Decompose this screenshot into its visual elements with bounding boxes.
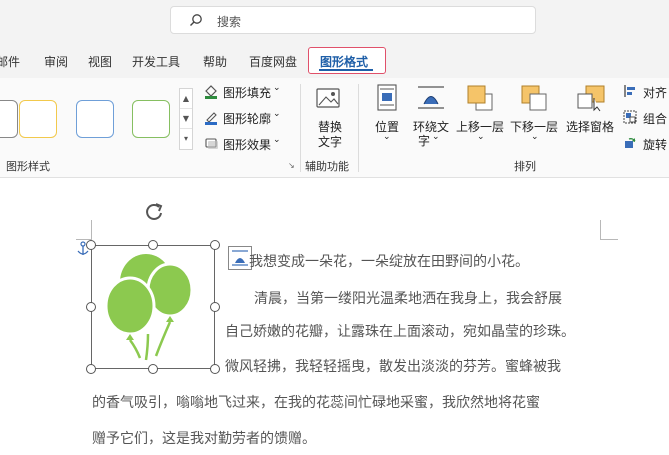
group-label-accessibility: 辅助功能 xyxy=(305,160,349,173)
page-corner-marker xyxy=(600,220,618,240)
fill-bucket-icon xyxy=(205,85,217,99)
selection-pane-button[interactable]: 选择窗格 xyxy=(566,118,614,135)
resize-handle-right[interactable] xyxy=(210,302,220,312)
group-separator xyxy=(358,84,359,172)
tab-view[interactable]: 视图 xyxy=(88,53,112,70)
search-placeholder: 搜索 xyxy=(217,15,242,29)
group-label-shape-styles: 图形样式 xyxy=(6,160,50,173)
tab-shape-format[interactable]: 图形格式 xyxy=(320,53,368,70)
style-swatch-yellow[interactable] xyxy=(19,100,57,138)
gallery-down-icon[interactable]: ▼ xyxy=(180,109,192,129)
style-swatch-blue[interactable] xyxy=(76,100,114,138)
paragraph-line-3: 自己娇嫩的花瓣，让露珠在上面滚动，宛如晶莹的珍珠。 xyxy=(225,324,575,340)
pen-outline-icon xyxy=(205,112,217,125)
style-swatch-green[interactable] xyxy=(132,100,170,138)
rotate-handle-icon[interactable] xyxy=(142,200,166,224)
wrap-text-icon[interactable] xyxy=(416,84,446,112)
paragraph-line-2: 清晨，当第一缕阳光温柔地洒在我身上，我会舒展 xyxy=(254,291,562,307)
align-button[interactable]: 对齐 xyxy=(643,84,667,101)
shape-outline-button[interactable]: 图形轮廓 xyxy=(223,110,271,127)
search-box[interactable]: 搜索 xyxy=(170,6,536,34)
group-objects-icon[interactable] xyxy=(623,110,637,124)
send-backward-icon[interactable] xyxy=(520,84,548,112)
page-corner-marker xyxy=(76,220,92,240)
gallery-scroller[interactable]: ▲ ▼ ▾ xyxy=(179,88,193,150)
group-button[interactable]: 组合 xyxy=(643,110,667,127)
paragraph-line-5: 的香气吸引，嗡嗡地飞过来，在我的花蕊间忙碌地采蜜，我欣然地将花蜜 xyxy=(92,395,540,411)
paragraph-line-1: 我想变成一朵花，一朵绽放在田野间的小花。 xyxy=(249,254,529,270)
wrap-text-label-2[interactable]: 字 xyxy=(418,132,430,149)
rotate-button[interactable]: 旋转 xyxy=(643,136,667,153)
search-icon xyxy=(190,14,202,26)
chevron-down-icon[interactable]: ⌄ xyxy=(531,132,539,142)
chevron-down-icon[interactable]: ⌄ xyxy=(383,132,391,142)
tab-baidu-netdisk[interactable]: 百度网盘 xyxy=(249,53,297,70)
resize-handle-top[interactable] xyxy=(148,240,158,250)
bring-forward-icon[interactable] xyxy=(466,84,494,112)
group-separator xyxy=(300,84,301,172)
paragraph-line-6: 赠予它们，这是我对勤劳者的馈赠。 xyxy=(92,431,316,447)
tab-developer[interactable]: 开发工具 xyxy=(132,53,180,70)
gallery-up-icon[interactable]: ▲ xyxy=(180,89,192,109)
tab-mailings[interactable]: 邮件 xyxy=(0,53,20,70)
alt-text-icon[interactable] xyxy=(315,86,343,114)
shape-effects-button[interactable]: 图形效果 xyxy=(223,136,271,153)
selection-pane-icon[interactable] xyxy=(576,84,606,112)
tab-help[interactable]: 帮助 xyxy=(203,53,227,70)
dialog-launcher-icon[interactable]: ↘ xyxy=(288,161,295,170)
resize-handle-left[interactable] xyxy=(86,302,96,312)
active-tab-underline xyxy=(319,69,373,71)
tab-review[interactable]: 审阅 xyxy=(44,53,68,70)
chevron-down-icon[interactable]: ⌄ xyxy=(273,135,281,145)
shape-effects-icon xyxy=(205,138,218,149)
rotate-icon[interactable] xyxy=(623,135,637,149)
alt-text-label-2[interactable]: 文字 xyxy=(318,133,342,150)
resize-handle-top-right[interactable] xyxy=(210,240,220,250)
align-icon[interactable] xyxy=(623,84,637,98)
shape-fill-button[interactable]: 图形填充 xyxy=(223,84,271,101)
chevron-down-icon[interactable]: ⌄ xyxy=(273,83,281,93)
balloons-image[interactable] xyxy=(100,250,206,362)
resize-handle-bottom-left[interactable] xyxy=(86,364,96,374)
group-label-arrange: 排列 xyxy=(514,160,536,173)
chevron-down-icon[interactable]: ⌄ xyxy=(432,132,440,142)
style-swatch-gray[interactable] xyxy=(0,100,18,138)
chevron-down-icon[interactable]: ⌄ xyxy=(477,132,485,142)
paragraph-line-4: 微风轻拂，我轻轻摇曳，散发出淡淡的芬芳。蜜蜂被我 xyxy=(225,359,561,375)
position-icon[interactable] xyxy=(376,84,398,112)
resize-handle-top-left[interactable] xyxy=(86,240,96,250)
resize-handle-bottom[interactable] xyxy=(148,364,158,374)
resize-handle-bottom-right[interactable] xyxy=(210,364,220,374)
chevron-down-icon[interactable]: ⌄ xyxy=(273,109,281,119)
gallery-more-icon[interactable]: ▾ xyxy=(180,129,192,149)
